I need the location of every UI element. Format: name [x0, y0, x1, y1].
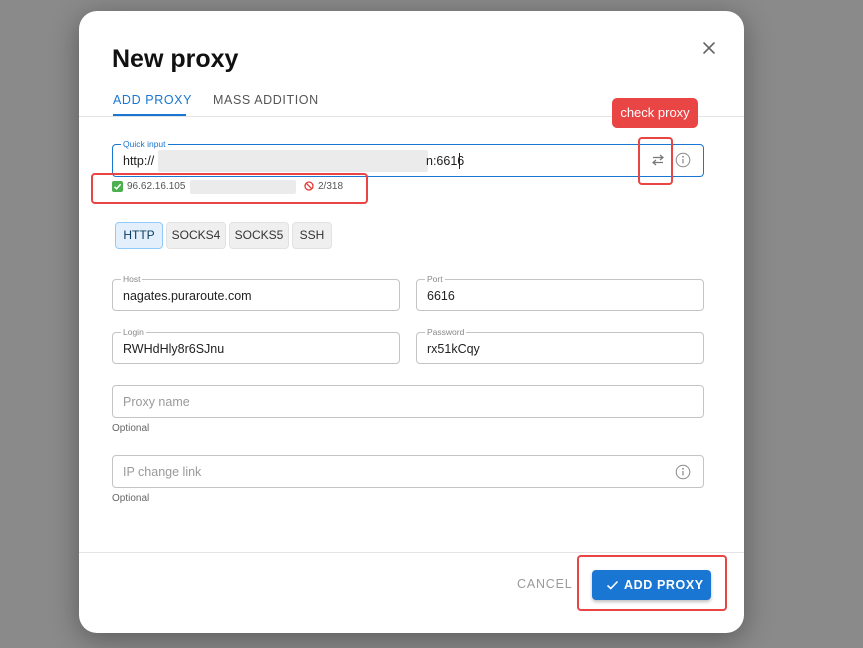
tab-mass-addition[interactable]: MASS ADDITION: [213, 93, 319, 107]
redacted-location: [190, 180, 296, 194]
proxy-name-helper: Optional: [112, 423, 150, 434]
password-label: Password: [425, 327, 467, 337]
swap-arrows-icon[interactable]: [651, 153, 665, 167]
ip-change-link-helper: Optional: [112, 493, 150, 504]
password-value: rx51kCqy: [427, 342, 480, 356]
text-cursor: [459, 153, 460, 169]
ip-change-link-input[interactable]: IP change link: [112, 455, 704, 488]
protocol-http-button[interactable]: HTTP: [115, 222, 163, 249]
footer-divider: [79, 552, 744, 553]
protocol-ssh-button[interactable]: SSH: [292, 222, 332, 249]
cancel-button[interactable]: CANCEL: [517, 577, 573, 591]
ban-icon: [304, 181, 314, 191]
add-proxy-button[interactable]: ADD PROXY: [592, 570, 711, 600]
add-proxy-label: ADD PROXY: [624, 578, 704, 592]
host-label: Host: [121, 274, 143, 284]
password-field[interactable]: Password rx51kCqy: [416, 327, 704, 364]
checked-ip-address: 96.62.16.105: [127, 181, 186, 192]
close-icon[interactable]: [699, 38, 719, 58]
proxy-name-placeholder: Proxy name: [123, 395, 190, 409]
login-field[interactable]: Login RWHdHly8r6SJnu: [112, 327, 400, 364]
login-label: Login: [121, 327, 146, 337]
port-label: Port: [425, 274, 445, 284]
dialog-title: New proxy: [112, 45, 239, 73]
info-icon[interactable]: [675, 464, 691, 480]
quick-input-label: Quick input: [121, 139, 168, 149]
host-field[interactable]: Host nagates.puraroute.com: [112, 274, 400, 311]
ip-change-link-placeholder: IP change link: [123, 465, 202, 479]
port-field[interactable]: Port 6616: [416, 274, 704, 311]
check-success-icon: [112, 181, 123, 192]
quick-input-field[interactable]: Quick input http:// n:6616: [112, 139, 704, 177]
check-proxy-callout: check proxy: [612, 98, 698, 128]
protocol-socks4-button[interactable]: SOCKS4: [166, 222, 226, 249]
checkmark-icon: [606, 579, 619, 591]
port-value: 6616: [427, 289, 455, 303]
redacted-host: [158, 150, 428, 172]
protocol-socks5-button[interactable]: SOCKS5: [229, 222, 289, 249]
info-icon[interactable]: [675, 152, 691, 168]
quick-input-value-prefix: http://: [123, 154, 155, 168]
host-value: nagates.puraroute.com: [123, 289, 252, 303]
check-count: 2/318: [318, 181, 344, 192]
login-value: RWHdHly8r6SJnu: [123, 342, 225, 356]
proxy-name-input[interactable]: Proxy name: [112, 385, 704, 418]
tab-add-proxy[interactable]: ADD PROXY: [113, 93, 192, 107]
